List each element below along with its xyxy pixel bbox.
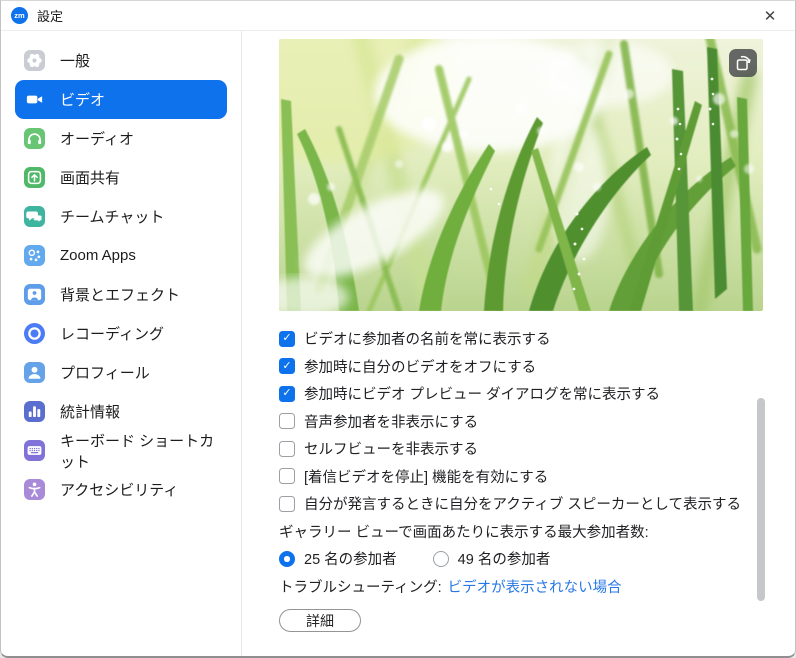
sidebar-item-statistics[interactable]: 統計情報 [15, 392, 227, 431]
checkbox[interactable] [279, 496, 295, 512]
radio-label: 25 名の参加者 [304, 548, 397, 569]
sidebar-item-audio[interactable]: オーディオ [15, 119, 227, 158]
title-bar: zm 設定 ✕ [1, 1, 795, 31]
video-camera-icon [24, 89, 45, 110]
camera-preview [279, 39, 763, 311]
checkbox-label: [着信ビデオを停止] 機能を有効にする [304, 466, 548, 487]
window-title: 設定 [37, 6, 63, 25]
radio-button[interactable] [279, 551, 295, 567]
sidebar-item-video[interactable]: ビデオ [15, 80, 227, 119]
sidebar-item-label: オーディオ [60, 128, 134, 149]
sidebar-item-label: チームチャット [60, 206, 164, 227]
accessibility-person-icon [24, 479, 45, 500]
apps-dots-icon [24, 245, 45, 266]
sidebar-item-general[interactable]: 一般 [15, 41, 227, 80]
sidebar-item-background-effects[interactable]: 背景とエフェクト [15, 275, 227, 314]
zoom-logo-icon: zm [11, 7, 28, 24]
checkbox-label: 自分が発言するときに自分をアクティブ スピーカーとして表示する [304, 493, 741, 514]
checkbox-label: 参加時に自分のビデオをオフにする [304, 356, 536, 377]
troubleshooting-link[interactable]: ビデオが表示されない場合 [448, 576, 622, 597]
option-active-speaker-self[interactable]: 自分が発言するときに自分をアクティブ スピーカーとして表示する [279, 490, 795, 518]
keyboard-icon [24, 440, 45, 461]
settings-window: zm 設定 ✕ 一般 ビデオ オーディオ [0, 0, 796, 658]
sidebar-item-zoomapps[interactable]: Zoom Apps [15, 236, 227, 275]
checkbox-label: 音声参加者を非表示にする [304, 411, 478, 432]
video-settings-panel: ビデオに参加者の名前を常に表示する 参加時に自分のビデオをオフにする 参加時にビ… [242, 31, 795, 656]
checkbox[interactable] [279, 468, 295, 484]
sidebar-item-keyboard-shortcuts[interactable]: キーボード ショートカット [15, 431, 227, 470]
gear-icon [24, 50, 45, 71]
option-turn-off-video-on-join[interactable]: 参加時に自分のビデオをオフにする [279, 353, 795, 381]
option-hide-self-view[interactable]: セルフビューを非表示する [279, 435, 795, 463]
sidebar-item-label: アクセシビリティ [60, 479, 178, 500]
sidebar-item-accessibility[interactable]: アクセシビリティ [15, 470, 227, 509]
checkbox[interactable] [279, 441, 295, 457]
sidebar-item-label: レコーディング [60, 323, 164, 344]
checkbox[interactable] [279, 413, 295, 429]
radio-25-participants[interactable]: 25 名の参加者 [279, 548, 397, 569]
grass-preview-image [279, 39, 763, 311]
rotate-preview-icon[interactable] [729, 49, 757, 77]
troubleshooting-row: トラブルシューティング: ビデオが表示されない場合 [279, 573, 795, 601]
person-icon [24, 362, 45, 383]
radio-49-participants[interactable]: 49 名の参加者 [433, 548, 551, 569]
portrait-card-icon [24, 284, 45, 305]
video-options: ビデオに参加者の名前を常に表示する 参加時に自分のビデオをオフにする 参加時にビ… [279, 325, 795, 632]
chat-bubbles-icon [24, 206, 45, 227]
checkbox-label: セルフビューを非表示する [304, 438, 478, 459]
radio-button[interactable] [433, 551, 449, 567]
sidebar-item-screenshare[interactable]: 画面共有 [15, 158, 227, 197]
close-icon[interactable]: ✕ [755, 4, 785, 28]
bar-chart-icon [24, 401, 45, 422]
option-stop-incoming-video[interactable]: [着信ビデオを停止] 機能を有効にする [279, 463, 795, 491]
sidebar-item-label: 一般 [60, 50, 90, 71]
sidebar-item-label: キーボード ショートカット [60, 430, 218, 472]
sidebar-item-label: 統計情報 [60, 401, 120, 422]
checkbox[interactable] [279, 358, 295, 374]
option-video-preview-dialog[interactable]: 参加時にビデオ プレビュー ダイアログを常に表示する [279, 380, 795, 408]
sidebar-item-recording[interactable]: レコーディング [15, 314, 227, 353]
sidebar-item-label: Zoom Apps [60, 247, 136, 264]
share-screen-icon [24, 167, 45, 188]
advanced-button[interactable]: 詳細 [279, 609, 361, 632]
window-body: 一般 ビデオ オーディオ 画面共有 [1, 31, 795, 656]
sidebar-item-label: 画面共有 [60, 167, 120, 188]
checkbox[interactable] [279, 331, 295, 347]
gallery-view-label: ギャラリー ビューで画面あたりに表示する最大参加者数: [279, 518, 795, 546]
headphones-icon [24, 128, 45, 149]
option-hide-non-video[interactable]: 音声参加者を非表示にする [279, 408, 795, 436]
option-show-names[interactable]: ビデオに参加者の名前を常に表示する [279, 325, 795, 353]
settings-sidebar: 一般 ビデオ オーディオ 画面共有 [1, 31, 242, 656]
radio-label: 49 名の参加者 [458, 548, 551, 569]
checkbox-label: 参加時にビデオ プレビュー ダイアログを常に表示する [304, 383, 660, 404]
sidebar-item-label: プロフィール [60, 362, 150, 383]
scrollbar-thumb[interactable] [757, 398, 765, 601]
troubleshooting-label: トラブルシューティング: [279, 576, 442, 597]
record-ring-icon [24, 323, 45, 344]
sidebar-item-label: ビデオ [60, 89, 105, 110]
checkbox-label: ビデオに参加者の名前を常に表示する [304, 328, 551, 349]
sidebar-item-teamchat[interactable]: チームチャット [15, 197, 227, 236]
checkbox[interactable] [279, 386, 295, 402]
gallery-participants-radios: 25 名の参加者 49 名の参加者 [279, 545, 795, 573]
sidebar-item-label: 背景とエフェクト [60, 284, 180, 305]
sidebar-item-profile[interactable]: プロフィール [15, 353, 227, 392]
